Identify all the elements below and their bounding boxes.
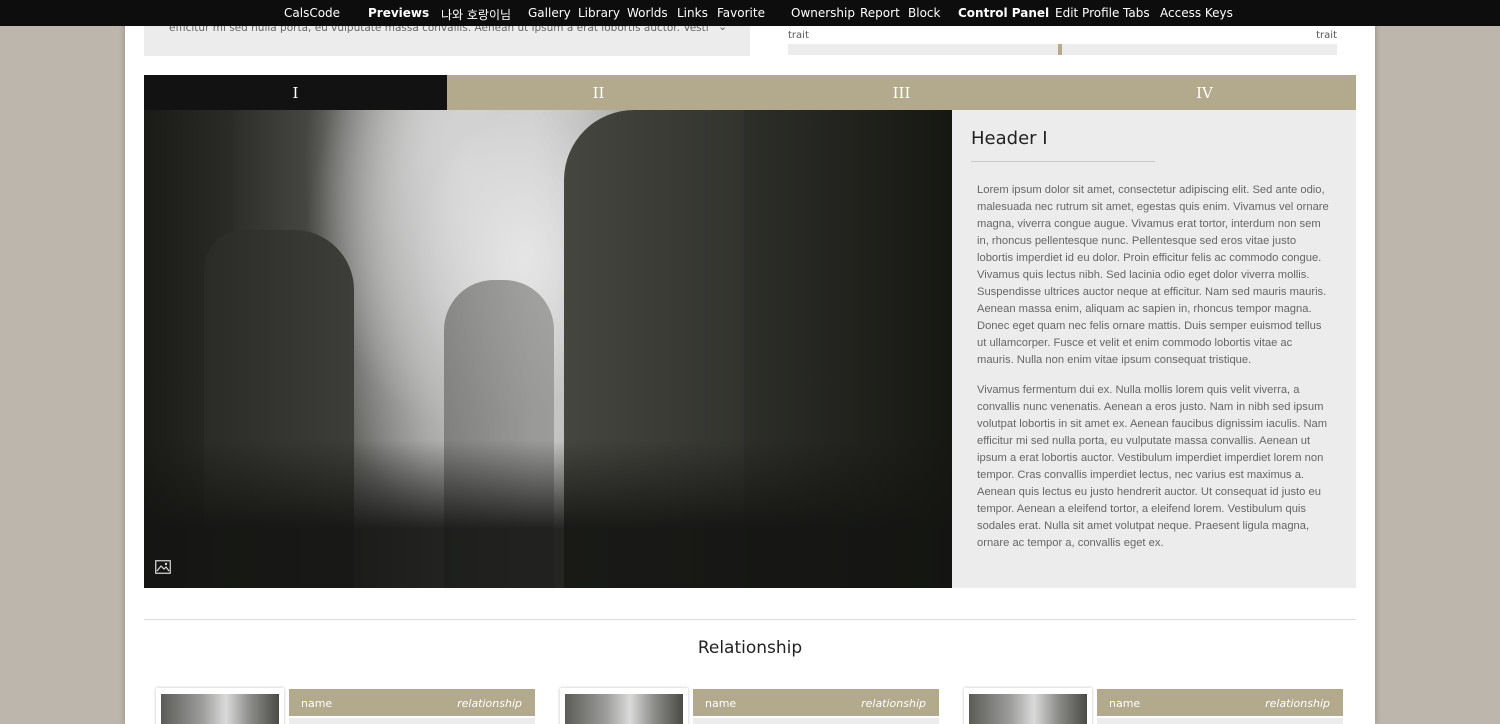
content-panel: Header I Lorem ipsum dolor sit amet, con… [952,110,1356,588]
top-nav: CalsCode Previews 나와 호랑이님 Gallery Librar… [0,0,1500,26]
trait-track [788,44,1337,55]
nav-link-calscode[interactable]: CalsCode [284,6,340,20]
header-divider [971,161,1155,162]
image-icon[interactable] [155,560,171,574]
nav-link-control-panel[interactable]: Control Panel [958,6,1049,20]
relationship-bar: name relationship [289,689,535,716]
nav-link-ownership[interactable]: Ownership [791,6,855,20]
relationship-thumbnail-frame [964,688,1092,724]
nav-link-access-keys[interactable]: Access Keys [1160,6,1233,20]
relationship-details [1097,718,1343,724]
nav-link-tabs[interactable]: Tabs [1123,6,1150,20]
relationship-thumbnail [565,694,683,724]
panel-paragraph-1: Lorem ipsum dolor sit amet, consectetur … [977,184,1329,366]
trait-left-label: trait [788,30,809,41]
nav-link-block[interactable]: Block [908,6,940,20]
trait-right-label: trait [1316,30,1337,41]
relationship-thumbnail [161,694,279,724]
relationship-type: relationship [1265,697,1330,710]
relationship-name: name [1109,697,1141,710]
trait-marker [1058,44,1063,55]
panel-header: Header I [971,128,1048,149]
relationship-type: relationship [861,697,926,710]
tab-ii[interactable]: II [447,75,750,110]
relationship-title: Relationship [697,638,803,658]
nav-link-favorite[interactable]: Favorite [717,6,765,20]
relationship-details [693,718,939,724]
relationship-type: relationship [457,697,522,710]
nav-link-links[interactable]: Links [677,6,708,20]
nav-link-previews[interactable]: Previews [368,6,429,20]
tab-iii[interactable]: III [750,75,1053,110]
nav-link-library[interactable]: Library [578,6,620,20]
tab-bar: I II III IV [144,75,1356,110]
relationship-name: name [705,697,737,710]
landscape-photo [144,110,952,588]
section-divider [144,619,1356,620]
nav-link-report[interactable]: Report [860,6,900,20]
relationship-thumbnail-frame [156,688,284,724]
nav-link-korean-title[interactable]: 나와 호랑이님 [441,6,511,23]
relationship-details [289,718,535,724]
nav-link-worlds[interactable]: Worlds [627,6,668,20]
relationship-card[interactable]: name relationship [964,688,1344,724]
nav-link-gallery[interactable]: Gallery [528,6,571,20]
relationship-name: name [301,697,333,710]
relationship-thumbnail [969,694,1087,724]
relationship-bar: name relationship [1097,689,1343,716]
tab-iv[interactable]: IV [1053,75,1356,110]
relationship-bar: name relationship [693,689,939,716]
nav-link-edit-profile[interactable]: Edit Profile [1055,6,1119,20]
relationship-card[interactable]: name relationship [156,688,536,724]
profile-page: efficitur mi sed nulla porta, eu vulputa… [125,0,1375,724]
trait-meter: trait trait [788,28,1337,56]
relationship-thumbnail-frame [560,688,688,724]
relationship-card[interactable]: name relationship [560,688,940,724]
panel-paragraph-2: Vivamus fermentum dui ex. Nulla mollis l… [977,384,1328,549]
tab-i[interactable]: I [144,75,447,110]
